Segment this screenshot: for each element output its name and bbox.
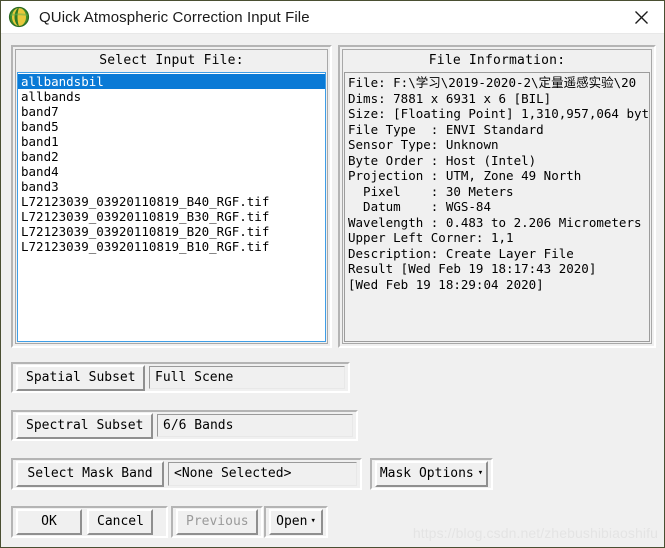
file-info-line: Wavelength : 0.483 to 2.206 Micrometers [348,214,642,230]
ok-button[interactable]: OK [16,509,82,535]
panels-region: Select Input File: allbandsbil allbands ba… [1,35,664,355]
file-information-panel: File Information: File: F:\学习\2019-2020-… [338,45,656,348]
spectral-subset-row: Spectral Subset 6/6 Bands [11,410,358,441]
spatial-subset-value: Full Scene [149,366,345,389]
previous-button-row: Previous [171,506,263,538]
list-item[interactable]: band1 [18,134,325,149]
chevron-down-icon: ▾ [477,468,484,478]
spatial-subset-button[interactable]: Spatial Subset [16,364,145,391]
file-info-line: File Type : ENVI Standard [348,121,544,137]
open-button-row: Open ▾ [264,506,328,538]
mask-options-row: Mask Options ▾ [370,458,493,490]
open-button[interactable]: Open ▾ [269,509,323,535]
list-item[interactable]: band5 [18,119,325,134]
file-info-line: Byte Order : Host (Intel) [348,152,537,168]
file-info-line: Projection : UTM, Zone 49 North [348,168,582,183]
close-icon[interactable] [618,1,664,33]
envi-globe-icon [8,6,30,28]
file-info-line: Datum : WGS-84 [348,199,491,214]
watermark: https://blog.csdn.net/zhebushibiaoshifu [412,525,658,541]
file-info-line: Dims: 7881 x 6931 x 6 [BIL] [348,90,552,106]
list-item[interactable]: band3 [18,179,325,194]
input-file-list[interactable]: allbandsbil allbands band7 band5 band1 band2 b… [17,72,326,342]
select-input-file-panel: Select Input File: allbandsbil allbands ba… [11,45,332,348]
list-item[interactable]: L72123039_03920110819_B10_RGF.tif [18,239,325,254]
file-info-line: Pixel : 30 Meters [348,183,514,199]
file-info-line: Description: Create Layer File [348,245,574,261]
cancel-button[interactable]: Cancel [87,509,153,535]
window-title: QUick Atmospheric Correction Input File [39,8,310,26]
file-information-panel-inner: File Information: File: F:\学习\2019-2020-… [342,49,652,344]
open-label: Open [276,514,308,529]
mask-options-label: Mask Options [379,466,474,481]
mask-options-button[interactable]: Mask Options ▾ [375,461,488,487]
list-item[interactable]: band2 [18,149,325,164]
title-bar: QUick Atmospheric Correction Input File [1,1,664,34]
previous-button: Previous [176,509,258,535]
select-input-file-panel-inner: Select Input File: allbandsbil allbands ba… [15,49,328,344]
file-info-line: File: F:\学习\2019-2020-2\定量遥感实验\20 [348,75,637,90]
file-info-line: Result [Wed Feb 19 18:17:43 2020] [348,261,597,276]
spectral-subset-button[interactable]: Spectral Subset [16,412,153,439]
file-info-line: [Wed Feb 19 18:29:04 2020] [348,276,544,292]
mask-band-value: <None Selected> [168,462,357,486]
list-item[interactable]: band4 [18,164,325,179]
list-item[interactable]: allbandsbil [18,74,325,89]
list-item[interactable]: allbands [18,89,325,104]
chevron-down-icon: ▾ [310,516,316,526]
list-item[interactable]: L72123039_03920110819_B20_RGF.tif [18,224,325,239]
file-information-text: File: F:\学习\2019-2020-2\定量遥感实验\20 Dims: 7… [344,72,650,342]
file-info-line: Sensor Type: Unknown [348,137,499,152]
file-information-heading: File Information: [428,53,566,68]
spatial-subset-row: Spatial Subset Full Scene [11,362,350,393]
list-item[interactable]: L72123039_03920110819_B40_RGF.tif [18,194,325,209]
file-info-line: Upper Left Corner: 1,1 [348,230,514,245]
file-info-line: Size: [Floating Point] 1,310,957,064 byt… [348,106,649,121]
select-input-file-heading: Select Input File: [99,53,244,68]
list-item[interactable]: band7 [18,104,325,119]
q uac-input-file-dialog: QUick Atmospheric Correction Input File … [0,0,665,548]
select-mask-band-button[interactable]: Select Mask Band [16,461,164,487]
select-mask-band-row: Select Mask Band <None Selected> [11,458,362,490]
action-buttons-row: OK Cancel [11,506,168,538]
list-item[interactable]: L72123039_03920110819_B30_RGF.tif [18,209,325,224]
spectral-subset-value: 6/6 Bands [157,414,353,437]
